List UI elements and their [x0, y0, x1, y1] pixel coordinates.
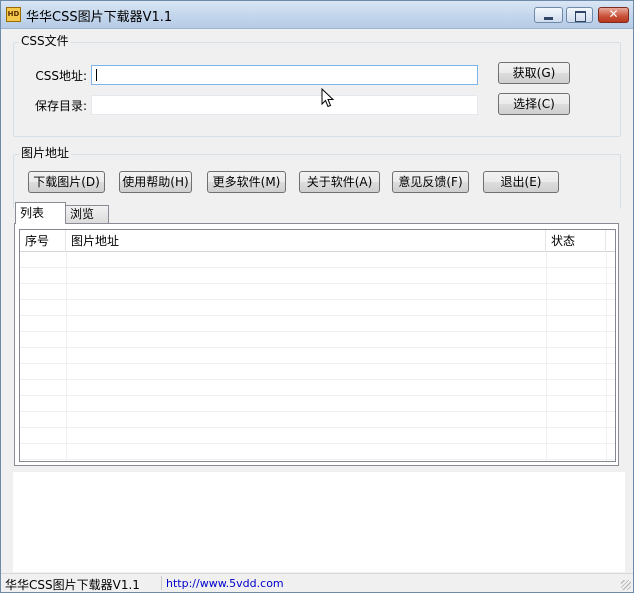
table-row	[20, 396, 615, 412]
save-dir-input[interactable]	[91, 95, 478, 115]
table-row	[20, 428, 615, 444]
image-list-grid[interactable]: 序号 图片地址 状态	[19, 229, 616, 462]
table-row	[20, 300, 615, 316]
mouse-cursor-icon	[321, 88, 335, 108]
status-app-title: 华华CSS图片下载器V1.1	[5, 578, 140, 592]
table-row	[20, 364, 615, 380]
feedback-button[interactable]: 意见反馈(F)	[392, 171, 469, 193]
close-button[interactable]: ✕	[598, 7, 629, 23]
minimize-button[interactable]	[534, 7, 563, 23]
css-address-input[interactable]	[91, 65, 478, 85]
table-row	[20, 332, 615, 348]
table-row	[20, 268, 615, 284]
maximize-button[interactable]	[566, 7, 593, 23]
table-row	[20, 444, 615, 460]
save-dir-label: 保存目录:	[34, 99, 87, 113]
table-row	[20, 380, 615, 396]
download-images-button[interactable]: 下载图片(D)	[28, 171, 105, 193]
table-row	[20, 252, 615, 268]
tab-browse[interactable]: 浏览	[65, 205, 109, 223]
css-file-group-label: CSS文件	[19, 32, 71, 49]
about-button[interactable]: 关于软件(A)	[299, 171, 380, 193]
table-row	[20, 284, 615, 300]
app-icon: HD	[6, 7, 21, 22]
select-button[interactable]: 选择(C)	[498, 93, 570, 115]
column-header-number[interactable]: 序号	[20, 230, 66, 252]
preview-area	[13, 472, 625, 572]
column-header-image-url[interactable]: 图片地址	[66, 230, 546, 252]
css-address-label: CSS地址:	[35, 69, 87, 83]
more-software-button[interactable]: 更多软件(M)	[207, 171, 286, 193]
close-icon: ✕	[608, 7, 619, 21]
exit-button[interactable]: 退出(E)	[483, 171, 559, 193]
image-address-group-label: 图片地址	[19, 144, 72, 161]
title-bar[interactable]: HD 华华CSS图片下载器V1.1 ✕	[1, 1, 633, 29]
table-row	[20, 412, 615, 428]
help-button[interactable]: 使用帮助(H)	[119, 171, 192, 193]
table-row	[20, 316, 615, 332]
window-title: 华华CSS图片下载器V1.1	[26, 10, 173, 25]
text-caret	[96, 69, 97, 81]
grid-header: 序号 图片地址 状态	[20, 230, 615, 252]
status-separator	[161, 576, 162, 590]
fetch-button[interactable]: 获取(G)	[498, 62, 570, 84]
status-bar: 华华CSS图片下载器V1.1 http://www.5vdd.com	[1, 573, 633, 592]
app-window: HD 华华CSS图片下载器V1.1 ✕ CSS文件 CSS地址: 保存目录: 获…	[0, 0, 634, 593]
column-header-status[interactable]: 状态	[546, 230, 606, 252]
css-file-group	[13, 42, 621, 137]
resize-grip-icon[interactable]	[621, 580, 631, 590]
tab-list[interactable]: 列表	[15, 202, 66, 224]
table-row	[20, 348, 615, 364]
website-link[interactable]: http://www.5vdd.com	[166, 577, 284, 590]
